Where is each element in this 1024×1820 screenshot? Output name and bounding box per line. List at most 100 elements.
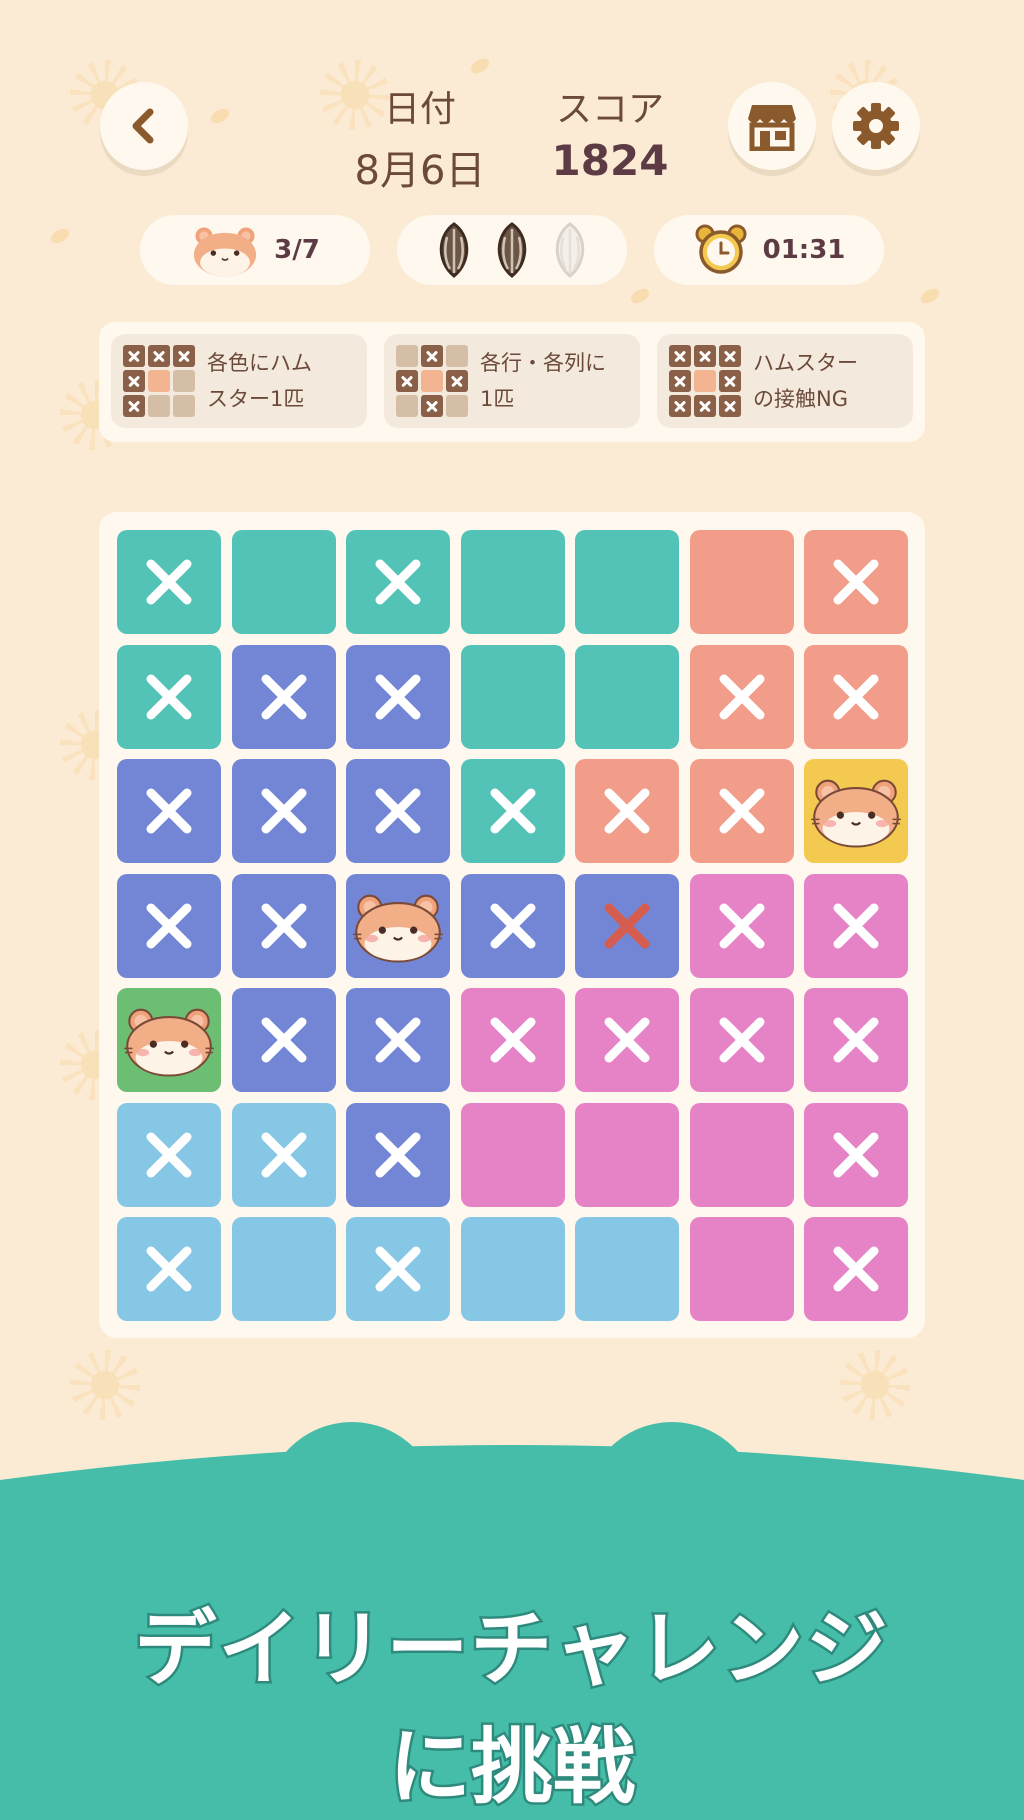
cross-mark-icon (490, 903, 535, 948)
board-cell[interactable] (689, 988, 794, 1092)
rule-no-touching: ハムスター の接触NG (657, 334, 913, 428)
board-cell[interactable] (689, 1217, 794, 1321)
board-cell[interactable] (689, 759, 794, 863)
cross-mark-icon (604, 788, 650, 834)
board-cell[interactable] (231, 988, 336, 1092)
board-cell[interactable] (575, 988, 679, 1092)
board-cell[interactable] (804, 873, 908, 978)
rule-diagram (396, 345, 468, 417)
hamster-icon (811, 779, 901, 848)
cross-mark-icon (375, 1132, 421, 1177)
settings-button[interactable] (832, 82, 920, 170)
seed-lives (397, 215, 627, 285)
hamster-counter: 3/7 (140, 215, 370, 285)
chevron-left-icon (132, 108, 154, 144)
board-cell[interactable] (689, 530, 794, 634)
cross-mark-icon (146, 788, 192, 834)
date-value: 8月6日 (354, 148, 486, 194)
board-cell[interactable] (346, 873, 450, 978)
board-cell[interactable] (804, 1217, 908, 1321)
board-cell[interactable] (804, 759, 908, 863)
cross-mark-icon (146, 1132, 192, 1177)
rule-diagram (669, 345, 741, 417)
rule-one-per-color: 各色にハム スター1匹 (111, 334, 367, 428)
board-cell[interactable] (117, 530, 221, 634)
rules-panel: 各色にハム スター1匹 各行・各列に 1匹 ハムスター の接触NG (99, 322, 925, 442)
board-cell[interactable] (346, 759, 450, 863)
cross-mark-icon (261, 1132, 306, 1177)
board-cell[interactable] (575, 1102, 679, 1207)
cross-mark-icon (833, 1017, 879, 1063)
hamster-count: 3/7 (274, 235, 320, 265)
hamster-icon (353, 894, 443, 963)
board-cell[interactable] (460, 1217, 565, 1321)
cross-mark-icon (261, 903, 306, 948)
board-cell[interactable] (460, 873, 565, 978)
board-cell[interactable] (460, 644, 565, 749)
cross-mark-icon (261, 674, 306, 719)
board-cell[interactable] (575, 644, 679, 749)
cross-mark-icon (719, 788, 764, 834)
date-display: 日付 8月6日 (330, 80, 510, 196)
board-cell[interactable] (231, 644, 336, 749)
board-cell[interactable] (575, 873, 679, 978)
board-cell[interactable] (231, 530, 336, 634)
score-display: スコア 1824 (540, 80, 680, 185)
cross-mark-icon (261, 788, 306, 834)
sunflower-seed-icon (439, 222, 469, 278)
date-label: 日付 (383, 89, 456, 130)
back-button[interactable] (100, 82, 188, 170)
cross-mark-icon (490, 788, 535, 834)
board-cell[interactable] (804, 1102, 908, 1207)
hamster-icon (124, 1008, 214, 1077)
board-cell[interactable] (231, 759, 336, 863)
board-cell[interactable] (689, 644, 794, 749)
cross-mark-icon (146, 1246, 192, 1292)
cross-mark-icon (833, 1132, 879, 1177)
error-cross-icon (604, 903, 650, 948)
board-cell[interactable] (804, 644, 908, 749)
board-cell[interactable] (231, 1102, 336, 1207)
board-cell[interactable] (804, 988, 908, 1092)
board-cell[interactable] (346, 1102, 450, 1207)
board-cell[interactable] (346, 530, 450, 634)
board-cell[interactable] (346, 1217, 450, 1321)
hamster-icon (194, 227, 257, 277)
board-cell[interactable] (346, 644, 450, 749)
shop-button[interactable] (728, 82, 816, 170)
banner-title-line2: に挑戦 (386, 1718, 637, 1818)
board-cell[interactable] (575, 530, 679, 634)
board-cell[interactable] (231, 1217, 336, 1321)
puzzle-board (99, 512, 925, 1338)
board-cell[interactable] (117, 1217, 221, 1321)
board-cell[interactable] (460, 988, 565, 1092)
cross-mark-icon (604, 1017, 650, 1063)
cross-mark-icon (833, 559, 879, 605)
board-cell[interactable] (117, 988, 221, 1092)
rule-one-per-row-col: 各行・各列に 1匹 (384, 334, 640, 428)
board-cell[interactable] (346, 988, 450, 1092)
board-cell[interactable] (117, 1102, 221, 1207)
cross-mark-icon (833, 903, 879, 948)
cross-mark-icon (719, 674, 764, 719)
board-cell[interactable] (460, 759, 565, 863)
board-cell[interactable] (460, 1102, 565, 1207)
board-cell[interactable] (575, 1217, 679, 1321)
cross-mark-icon (375, 674, 421, 719)
cross-mark-icon (719, 1017, 764, 1063)
board-cell[interactable] (117, 873, 221, 978)
board-cell[interactable] (117, 759, 221, 863)
board-cell[interactable] (231, 873, 336, 978)
board-cell[interactable] (575, 759, 679, 863)
timer-display: 01:31 (654, 215, 884, 285)
board-cell[interactable] (117, 644, 221, 749)
board-cell[interactable] (689, 1102, 794, 1207)
cross-mark-icon (375, 788, 421, 834)
cross-mark-icon (146, 674, 192, 719)
cross-mark-icon (490, 1017, 535, 1063)
board-cell[interactable] (689, 873, 794, 978)
alarm-clock-icon (695, 224, 747, 274)
cross-mark-icon (375, 1017, 421, 1063)
board-cell[interactable] (804, 530, 908, 634)
board-cell[interactable] (460, 530, 565, 634)
